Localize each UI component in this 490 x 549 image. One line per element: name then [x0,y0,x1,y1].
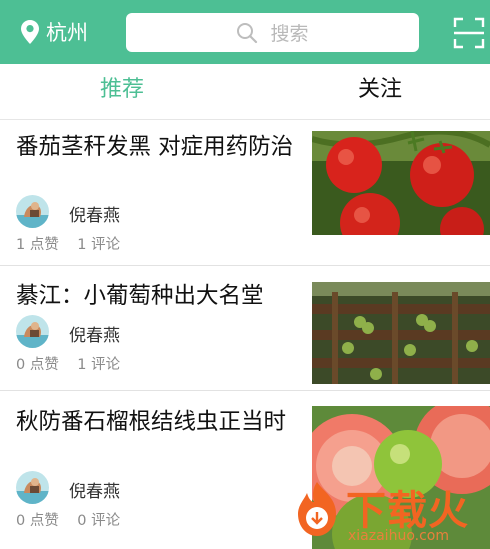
tab-following[interactable]: 关注 [358,64,402,120]
app-header: 杭州 搜索 [0,0,490,64]
author-name: 倪春燕 [69,326,120,346]
article-stats: 0 点赞 1 评论 [16,353,120,374]
article-stats: 0 点赞 0 评论 [16,509,120,530]
search-placeholder: 搜索 [270,23,309,45]
article-thumbnail [312,282,490,384]
city-label: 杭州 [46,21,88,45]
article-title: 秋防番石榴根结线虫正当时 [16,409,287,435]
article-title: 綦江：小葡萄种出大名堂 [16,283,264,309]
article-title: 番茄茎秆发黑 对症用药防治 [16,134,294,160]
tab-bar: 推荐 关注 [0,64,490,120]
author-avatar [16,471,49,504]
tab-recommend[interactable]: 推荐 [100,64,144,120]
article-item[interactable]: 番茄茎秆发黑 对症用药防治 倪春燕 1 点赞 1 评论 [0,121,490,265]
author-name: 倪春燕 [69,206,120,226]
comment-count: 1 评论 [77,357,121,373]
flame-logo-icon [288,480,346,538]
author-avatar [16,315,49,348]
article-thumbnail [312,131,490,235]
location-pin-icon [20,19,40,45]
article-item[interactable]: 綦江：小葡萄种出大名堂 倪春燕 0 点赞 1 评论 [0,266,490,390]
comment-count: 1 评论 [77,237,121,253]
location-selector[interactable]: 杭州 [20,14,88,50]
like-count: 0 点赞 [16,513,59,529]
watermark-url: xiazaihuo.com [348,528,449,544]
search-icon [236,22,258,44]
scan-icon[interactable] [453,17,485,49]
comment-count: 0 评论 [77,513,121,529]
author-avatar [16,195,49,228]
like-count: 1 点赞 [16,237,59,253]
search-bar[interactable]: 搜索 [126,13,419,52]
like-count: 0 点赞 [16,357,59,373]
watermark: 下载火 xiazaihuo.com [288,478,490,549]
author-name: 倪春燕 [69,482,120,502]
article-stats: 1 点赞 1 评论 [16,233,120,254]
